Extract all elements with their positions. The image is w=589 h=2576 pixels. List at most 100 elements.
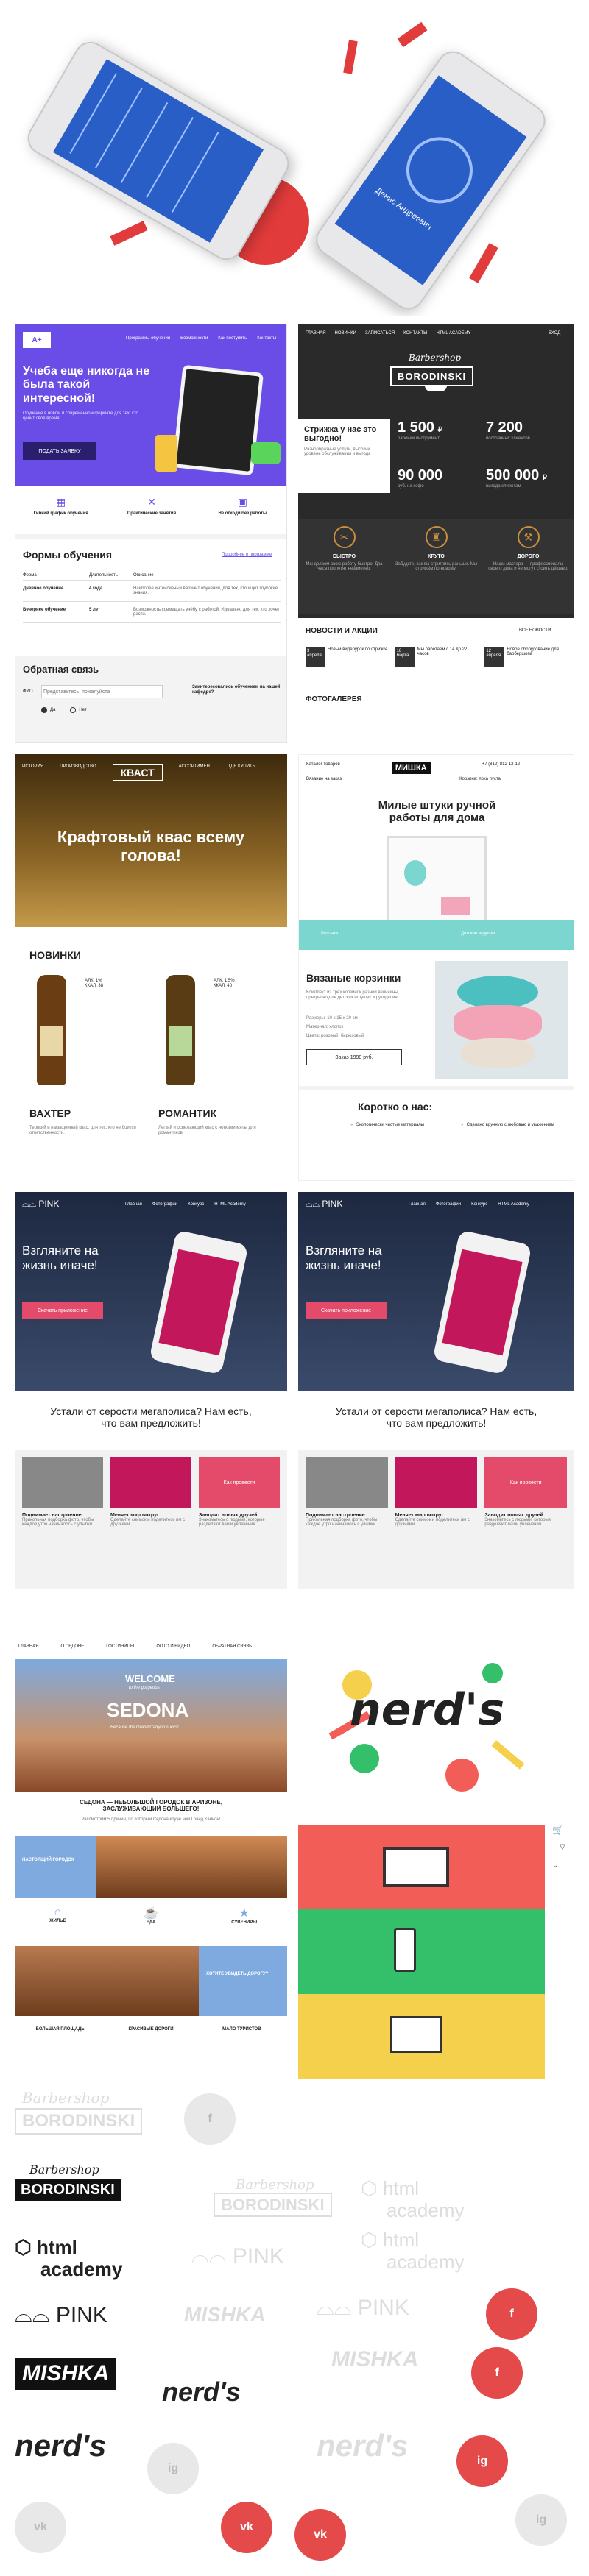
feature-card: Как провести Заводит новых друзей Знакомьт… <box>484 1457 568 1527</box>
hand-phone <box>432 1230 532 1375</box>
nav-item[interactable]: Фотографии <box>152 1202 177 1207</box>
htmlacademy-logo: ⬡ html academy <box>15 2236 123 2280</box>
nav-item[interactable]: Конкурс <box>188 1202 204 1207</box>
stat: 90 000 руб. на кофе <box>398 467 443 489</box>
nav-item[interactable]: Возможности <box>180 336 208 341</box>
news-item[interactable]: 3 апреля Новый видеоурок по стрижке <box>306 647 388 667</box>
nav-item[interactable]: ФОТО И ВИДЕО <box>156 1644 190 1649</box>
news-title: НОВОСТИ И АКЦИИ <box>306 627 378 635</box>
nav-item[interactable]: ПРОИЗВОДСТВО <box>60 764 96 781</box>
chevron-icon[interactable]: ⌄ <box>552 1862 558 1870</box>
tab[interactable]: Рюкзаки <box>321 932 338 937</box>
vk-button[interactable]: vk <box>15 2502 66 2553</box>
nav-item[interactable]: ЗАПИСАТЬСЯ <box>365 331 395 336</box>
red-bar-4 <box>469 243 498 283</box>
borodinski-logo-ghost: BORODINSKI <box>15 2108 143 2135</box>
glasses-icon: ⌓⌓ <box>15 2303 50 2327</box>
nav-item[interactable]: ГОСТИНИЦЫ <box>106 1644 134 1649</box>
name-input[interactable] <box>41 685 163 698</box>
nav-item[interactable]: КОНТАКТЫ <box>403 331 427 336</box>
news-item[interactable]: 12 апреля Новое оборудование для барбершо… <box>484 647 567 667</box>
sedona-script: Because the Grand Canyon sucks! <box>110 1725 179 1730</box>
feature-label: Не отходи без работы <box>218 511 267 516</box>
pink-hero: ⌓⌓ PINK Главная Фотографии Конкурс HTML … <box>15 1192 287 1391</box>
login-link[interactable]: ВХОД <box>549 331 560 336</box>
radio-yes[interactable]: Да <box>41 707 55 713</box>
nav-item[interactable]: НОВИНКИ <box>335 331 356 336</box>
pink-logo: ⌓⌓ PINK <box>22 1199 60 1209</box>
nav-item[interactable]: Главная <box>409 1202 426 1207</box>
vk-button[interactable]: vk <box>221 2502 272 2553</box>
tab[interactable]: Детские игрушки <box>461 932 495 937</box>
facebook-button[interactable]: f <box>184 2093 236 2145</box>
red-bar-3 <box>110 221 148 246</box>
academy-cube-icon: ⬡ <box>361 2177 378 2199</box>
table-header-cell: Форма <box>23 573 37 578</box>
nav-item[interactable]: HTML Academy <box>498 1202 529 1207</box>
razor-icon: ⚒ <box>517 526 540 548</box>
nav-item[interactable]: Контакты <box>257 336 276 341</box>
nav-item[interactable]: HTML Academy <box>214 1202 245 1207</box>
pink-headline: Взгляните на жизнь иначе! <box>306 1243 382 1272</box>
facebook-button[interactable]: f <box>486 2288 537 2340</box>
nav-item[interactable]: ГЛАВНАЯ <box>18 1644 39 1649</box>
nav-item[interactable]: Главная <box>125 1202 142 1207</box>
nav-item[interactable]: Вязание на заказ <box>306 777 342 781</box>
nav-item[interactable]: HTML ACADEMY <box>436 331 470 336</box>
download-button[interactable]: Скачать приложение <box>306 1302 387 1319</box>
product-romantik: АЛК. 1.5% ККАЛ. 40 РОМАНТИК Легкий и осве… <box>158 975 276 1174</box>
product-stats: АЛК. 1% ККАЛ. 38 <box>85 979 104 988</box>
nav-item[interactable]: Фотографии <box>436 1202 461 1207</box>
nerds-red-panel <box>298 1825 545 1909</box>
feedback-title: Обратная связь <box>23 664 99 675</box>
mishka-nav: Каталог товаров МИШКА +7 (812) 812-12-12 <box>306 762 568 774</box>
presentation-image <box>390 2016 442 2053</box>
nav-item[interactable]: ГДЕ КУПИТЬ <box>228 764 255 781</box>
nav-item[interactable]: АССОРТИМЕНТ <box>179 764 213 781</box>
cart-icon[interactable]: 🛒 <box>552 1825 563 1835</box>
news-item[interactable]: 18 марта Мы работаем с 14 до 22 часов <box>395 647 478 667</box>
hand-phone <box>149 1230 249 1375</box>
instagram-button[interactable]: ig <box>456 2435 508 2487</box>
academy-subtext: Обучение в новом и современном формате д… <box>23 411 138 421</box>
nav-item[interactable]: Как поступить <box>218 336 247 341</box>
radio-group: Да Нет <box>41 707 87 713</box>
table-header-cell: Описание <box>133 573 154 578</box>
apply-button[interactable]: ПОДАТЬ ЗАЯВКУ <box>23 442 96 460</box>
product-name: ВАХТЕР <box>29 1107 71 1119</box>
pink-features: Поднимает настроение Прикольная подборка … <box>298 1450 574 1589</box>
nav-item[interactable]: ОБРАТНАЯ СВЯЗЬ <box>212 1644 252 1649</box>
order-button[interactable]: Заказ 1990 руб. <box>306 1049 402 1065</box>
nav-item[interactable]: Каталог товаров <box>306 762 340 774</box>
icon-souvenirs: ★ СУВЕНИРЫ <box>231 1907 258 1925</box>
academy-site: A+ Программы обучения Возможности Как по… <box>15 324 287 743</box>
feature-schedule: ▦ Гибкий график обучения <box>15 490 106 531</box>
mishka-subnav: Вязание на заказ Корзина: пока пуста <box>306 777 501 781</box>
mishka-headline: Милые штуки ручной работы для дома <box>378 799 496 825</box>
radio-no[interactable]: Нет <box>70 707 87 713</box>
phone-toy <box>251 442 281 464</box>
nerds-logo: nerd's <box>162 2377 241 2407</box>
vk-button[interactable]: vk <box>294 2509 346 2561</box>
promo-box: Стрижка у нас это выгодно! Разнообразные… <box>298 419 390 493</box>
mishka-logo: МИШКА <box>391 762 431 774</box>
download-button[interactable]: Скачать приложение <box>22 1302 103 1319</box>
nav-item[interactable]: ГЛАВНАЯ <box>306 331 326 336</box>
glasses-icon: ⌓⌓ <box>317 2296 352 2320</box>
facebook-button[interactable]: f <box>471 2347 523 2399</box>
nav-item[interactable]: Программы обучения <box>126 336 170 341</box>
sub-welcome: to the gorgeous <box>129 1686 160 1690</box>
nav-item[interactable]: О СЕДОНЕ <box>61 1644 85 1649</box>
instagram-button[interactable]: ig <box>515 2494 567 2546</box>
instagram-button[interactable]: ig <box>147 2443 199 2494</box>
forms-link[interactable]: Подробнее о программе <box>222 553 272 558</box>
nav-item[interactable]: ИСТОРИЯ <box>22 764 43 781</box>
cart-link[interactable]: Корзина: пока пуста <box>459 777 501 781</box>
about-title: Коротко о нас: <box>358 1101 433 1113</box>
baskets-image <box>435 961 568 1079</box>
news-all-link[interactable]: ВСЕ НОВОСТИ <box>519 628 551 634</box>
academy-logo: A+ <box>23 332 51 348</box>
cart-icon-2[interactable]: ▽ <box>560 1843 565 1851</box>
icon-housing: ⌂ ЖИЛЬЕ <box>49 1906 66 1923</box>
nav-item[interactable]: Конкурс <box>471 1202 487 1207</box>
